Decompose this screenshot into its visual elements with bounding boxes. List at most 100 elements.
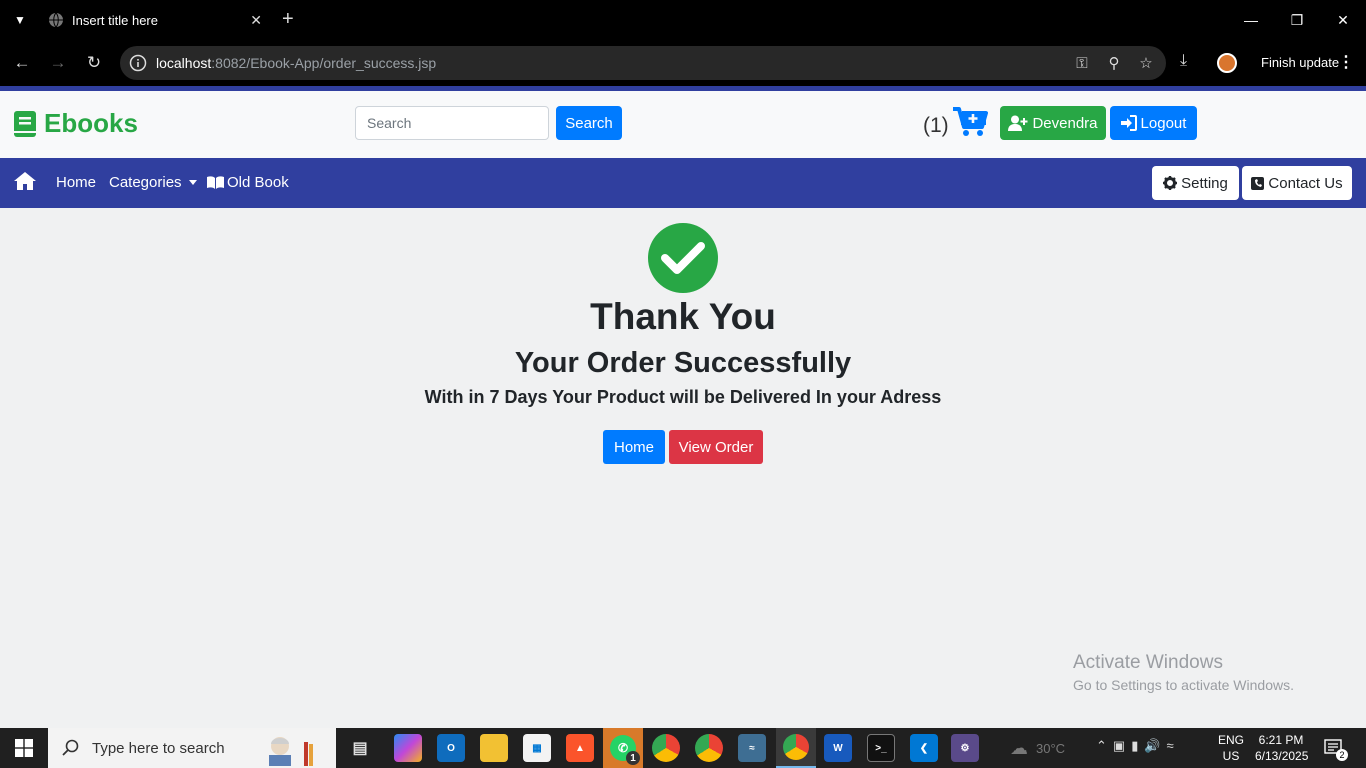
lang-code: ENG [1218, 733, 1245, 747]
restore-icon[interactable]: ❐ [1274, 0, 1320, 40]
nav-categories-label: Categories [109, 174, 182, 191]
notification-center-icon[interactable]: 2 [1324, 738, 1348, 761]
windows-start-icon[interactable] [0, 728, 48, 768]
notification-count: 2 [1336, 749, 1348, 761]
nav-old-book[interactable]: Old Book [207, 174, 289, 191]
home-button[interactable]: Home [603, 430, 665, 464]
battery-icon[interactable]: ▮ [1131, 738, 1138, 754]
finish-update-button[interactable]: Finish update [1261, 55, 1339, 70]
nav-old-book-label: Old Book [227, 174, 289, 191]
windows-taskbar: Type here to search ▤ O ▦ ▲ ✆ 1 ≈ W >_ ❮… [0, 728, 1366, 768]
close-tab-icon[interactable]: ✕ [250, 12, 262, 29]
clock-time: 6:21 PM [1258, 733, 1304, 747]
url-text: localhost:8082/Ebook-App/order_success.j… [156, 55, 437, 71]
watermark-title: Activate Windows [1073, 652, 1223, 673]
brand-name: Ebooks [44, 108, 138, 138]
tab-title: Insert title here [72, 12, 158, 28]
browser-toolbar: ← → ↻ localhost:8082/Ebook-App/order_suc… [0, 40, 1366, 86]
task-view-icon[interactable]: ▤ [346, 734, 374, 762]
taskbar-search[interactable]: Type here to search [48, 728, 336, 768]
cloud-icon: ☁ [1010, 738, 1028, 758]
copilot-icon[interactable] [394, 734, 422, 762]
order-success-subheading: Your Order Successfully [514, 347, 852, 379]
word-icon[interactable]: W [824, 734, 852, 762]
close-window-icon[interactable]: ✕ [1320, 0, 1366, 40]
brave-browser-icon[interactable]: ▲ [566, 734, 594, 762]
chrome-profile-1-icon[interactable] [652, 734, 680, 762]
clock-date: 6/13/2025 [1255, 749, 1309, 763]
game-app-icon[interactable]: ⚙ [951, 734, 979, 762]
cart-count: (1) [923, 114, 949, 137]
mysql-workbench-icon[interactable]: ≈ [738, 734, 766, 762]
taskbar-search-placeholder: Type here to search [92, 739, 225, 757]
browser-tabbar: ▼ Insert title here ✕ + — ❐ ✕ [0, 0, 1366, 40]
profile-avatar[interactable] [1217, 53, 1237, 73]
open-book-icon [207, 176, 224, 189]
delivery-message: With in 7 Days Your Product will be Deli… [424, 387, 942, 407]
browser-tab[interactable]: Insert title here ✕ [36, 4, 272, 36]
cart-plus-icon[interactable] [952, 106, 988, 138]
contact-us-label: Contact Us [1268, 174, 1343, 192]
logout-button[interactable]: Logout [1110, 106, 1197, 140]
wifi-icon[interactable]: ≈ [1167, 738, 1174, 754]
key-icon[interactable]: ⚿ [1072, 53, 1092, 73]
search-icon [62, 739, 79, 756]
back-icon[interactable]: ← [11, 52, 33, 74]
vscode-icon[interactable]: ❮ [910, 734, 938, 762]
outlook-icon[interactable]: O [437, 734, 465, 762]
watermark-subtitle: Go to Settings to activate Windows. [1073, 677, 1294, 693]
contact-us-button[interactable]: Contact Us [1242, 166, 1352, 200]
logout-label: Logout [1140, 114, 1187, 132]
user-button[interactable]: Devendra [1000, 106, 1106, 140]
minimize-icon[interactable]: — [1228, 0, 1274, 40]
download-icon[interactable]: ⤓ [1180, 52, 1187, 70]
microsoft-store-icon[interactable]: ▦ [523, 734, 551, 762]
new-tab-icon[interactable]: + [282, 8, 294, 30]
main-navbar: Home Categories Old Book Setting Contact… [0, 158, 1366, 208]
success-check-icon [648, 223, 718, 293]
thank-you-heading: Thank You [590, 296, 776, 337]
forward-icon[interactable]: → [47, 52, 69, 74]
nav-categories[interactable]: Categories [109, 174, 197, 191]
user-name: Devendra [1032, 114, 1098, 132]
tab-search-chevron-icon[interactable]: ▼ [10, 10, 30, 30]
chrome-active-icon[interactable] [776, 728, 816, 768]
whatsapp-icon[interactable]: ✆ 1 [603, 728, 643, 768]
volume-icon[interactable]: 🔊 [1144, 738, 1160, 754]
view-order-button[interactable]: View Order [669, 430, 763, 464]
lang-region: US [1222, 749, 1240, 763]
reload-icon[interactable]: ↻ [83, 52, 105, 74]
tray-app-icon[interactable]: ▣ [1113, 738, 1125, 754]
home-icon[interactable] [14, 172, 36, 190]
search-highlight-illustration-icon [269, 737, 313, 766]
book-icon [14, 110, 36, 137]
globe-icon [49, 12, 63, 28]
whatsapp-badge: 1 [626, 751, 640, 765]
zoom-icon[interactable]: ⚲ [1104, 53, 1124, 73]
chrome-profile-2-icon[interactable] [695, 734, 723, 762]
show-hidden-icons-chevron-icon[interactable]: ⌃ [1096, 738, 1107, 754]
weather-temp: 30°C [1036, 741, 1066, 756]
file-explorer-icon[interactable] [480, 734, 508, 762]
menu-kebab-icon[interactable]: ⋮ [1338, 52, 1354, 72]
setting-label: Setting [1181, 174, 1228, 192]
terminal-icon[interactable]: >_ [867, 734, 895, 762]
setting-button[interactable]: Setting [1152, 166, 1239, 200]
weather-widget[interactable]: ☁ 30°C [1010, 738, 1065, 759]
sign-in-icon [1120, 115, 1137, 131]
system-tray: ⌃ ▣ ▮ 🔊 ≈ [1096, 738, 1174, 754]
window-controls: — ❐ ✕ [1228, 0, 1366, 40]
brand-logo[interactable]: Ebooks [14, 108, 138, 139]
phone-square-icon [1251, 176, 1265, 190]
taskbar-clock[interactable]: 6:21 PM 6/13/2025 [1255, 732, 1309, 764]
search-input[interactable] [355, 106, 549, 140]
language-indicator[interactable]: ENG US [1218, 732, 1244, 764]
bookmark-star-icon[interactable]: ☆ [1136, 53, 1156, 73]
user-plus-icon [1008, 115, 1028, 131]
caret-down-icon [188, 180, 197, 185]
address-bar[interactable]: localhost:8082/Ebook-App/order_success.j… [120, 46, 1166, 80]
search-button[interactable]: Search [556, 106, 622, 140]
site-header: Ebooks Search (1) Devendra Logout [0, 91, 1366, 158]
site-info-icon[interactable] [128, 53, 148, 73]
nav-home[interactable]: Home [56, 174, 96, 191]
